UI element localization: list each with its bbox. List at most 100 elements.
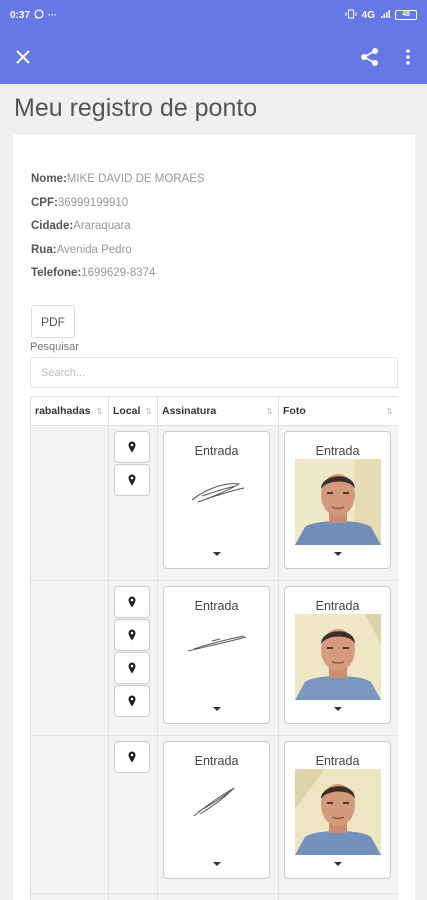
status-time: 0:37	[10, 9, 31, 21]
assinatura-cell: Entrada	[158, 426, 279, 580]
signal-icon	[380, 9, 390, 21]
col-horas-label: rabalhadas	[35, 405, 91, 417]
map-pin-icon	[128, 441, 136, 453]
user-info: Nome:MIKE DAVID DE MORAES CPF:3699919991…	[31, 171, 205, 289]
photo-entrada-label: Entrada	[315, 754, 360, 768]
table-row: Entrada Entrada	[31, 581, 398, 736]
col-assinatura-label: Assinatura	[162, 405, 217, 417]
search-label: Pesquisar	[30, 341, 79, 353]
more-dots-icon: ···	[48, 10, 58, 20]
battery-icon: 48	[395, 10, 417, 20]
map-pin-icon	[128, 751, 136, 763]
location-pin-button[interactable]	[114, 586, 150, 618]
photo-card[interactable]: Entrada	[284, 586, 391, 724]
signature-card[interactable]: Entrada	[163, 741, 270, 879]
nome-value: MIKE DAVID DE MORAES	[66, 173, 205, 185]
info-row-rua: Rua:Avenida Pedro	[31, 242, 205, 266]
info-row-cpf: CPF:36999199910	[31, 195, 205, 219]
col-foto-label: Foto	[283, 405, 306, 417]
records-table: rabalhadas ⇅ Local ⇅ Assinatura ⇅ Foto ⇅ Ent…	[30, 396, 398, 900]
location-pin-button[interactable]	[114, 685, 150, 717]
signature-entrada-label: Entrada	[194, 444, 239, 458]
sort-icon: ⇅	[266, 407, 273, 416]
chevron-down-icon[interactable]	[333, 707, 342, 711]
rua-value: Avenida Pedro	[56, 243, 132, 256]
chevron-down-icon[interactable]	[212, 862, 221, 866]
sort-icon: ⇅	[96, 407, 103, 416]
pdf-button[interactable]: PDF	[31, 305, 75, 338]
local-cell	[109, 736, 158, 893]
share-icon[interactable]	[360, 47, 382, 69]
cpf-value: 36999199910	[57, 196, 129, 209]
photo-card[interactable]: Entrada	[284, 431, 391, 569]
location-pin-button[interactable]	[114, 652, 150, 684]
location-pin-button[interactable]	[114, 464, 150, 496]
close-icon[interactable]	[12, 46, 34, 68]
signature-image	[191, 483, 245, 503]
signature-card[interactable]: Entrada	[163, 431, 270, 569]
content-card: Nome:MIKE DAVID DE MORAES CPF:3699919991…	[13, 135, 415, 900]
horas-cell	[31, 894, 109, 900]
sort-icon: ⇅	[145, 407, 152, 416]
telefone-value: 1699629-8374	[81, 267, 156, 279]
location-pin-button[interactable]	[114, 741, 150, 773]
rua-label: Rua:	[31, 243, 57, 256]
more-vert-icon[interactable]	[398, 47, 418, 69]
foto-cell: Entrada	[279, 736, 398, 893]
info-row-telefone: Telefone:1699629-8374	[31, 265, 205, 289]
local-cell	[109, 894, 158, 900]
vibrate-icon	[345, 9, 357, 21]
cpf-label: CPF:	[31, 196, 58, 209]
col-foto[interactable]: Foto ⇅	[279, 397, 398, 427]
map-pin-icon	[128, 629, 136, 641]
chevron-down-icon[interactable]	[212, 707, 221, 711]
photo-entrada-label: Entrada	[315, 444, 360, 458]
assinatura-cell: Entrada	[158, 736, 279, 893]
map-pin-icon	[128, 662, 136, 674]
local-cell	[109, 426, 158, 580]
battery-level: 48	[402, 11, 410, 18]
col-horas-trabalhadas[interactable]: rabalhadas ⇅	[31, 397, 109, 427]
col-local-label: Local	[113, 405, 141, 417]
user-photo	[295, 459, 381, 545]
horas-cell	[31, 581, 109, 735]
horas-cell	[31, 426, 109, 580]
user-photo	[295, 614, 381, 700]
app-bar	[0, 30, 427, 84]
col-local[interactable]: Local ⇅	[109, 397, 158, 427]
assinatura-cell	[158, 894, 279, 900]
search-input[interactable]	[30, 357, 398, 388]
telefone-label: Telefone:	[31, 267, 82, 279]
foto-cell: Entrada	[279, 581, 398, 735]
cidade-label: Cidade:	[31, 220, 74, 232]
photo-card[interactable]: Entrada	[284, 741, 391, 879]
table-row: Entrada Entrada	[31, 426, 398, 581]
foto-cell: Entrada	[279, 426, 398, 580]
horas-cell	[31, 736, 109, 893]
map-pin-icon	[128, 474, 136, 486]
col-assinatura[interactable]: Assinatura ⇅	[158, 397, 279, 427]
status-bar: 0:37 ··· 4G 48	[0, 0, 427, 30]
user-photo	[295, 769, 381, 855]
assinatura-cell: Entrada	[158, 581, 279, 735]
chevron-down-icon[interactable]	[212, 552, 221, 556]
map-pin-icon	[128, 695, 136, 707]
sort-icon: ⇅	[386, 407, 393, 416]
table-row: Entrada Entrada	[31, 736, 398, 894]
signature-entrada-label: Entrada	[194, 599, 239, 613]
photo-entrada-label: Entrada	[315, 599, 360, 613]
location-pin-button[interactable]	[114, 431, 150, 463]
table-header: rabalhadas ⇅ Local ⇅ Assinatura ⇅ Foto ⇅	[31, 396, 398, 427]
whatsapp-icon	[34, 9, 44, 21]
info-row-nome: Nome:MIKE DAVID DE MORAES	[31, 171, 205, 195]
signature-entrada-label: Entrada	[194, 754, 239, 768]
signature-card[interactable]: Entrada	[163, 586, 270, 724]
location-pin-button[interactable]	[114, 619, 150, 651]
cidade-value: Araraquara	[73, 220, 131, 232]
chevron-down-icon[interactable]	[333, 862, 342, 866]
network-type: 4G	[361, 9, 375, 21]
nome-label: Nome:	[31, 173, 67, 185]
map-pin-icon	[128, 596, 136, 608]
local-cell	[109, 581, 158, 735]
chevron-down-icon[interactable]	[333, 552, 342, 556]
